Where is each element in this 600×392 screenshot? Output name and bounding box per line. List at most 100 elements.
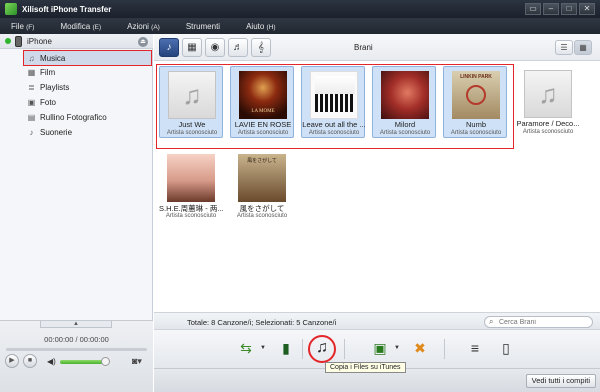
view-all-tasks-button[interactable]: Vedi tutti i compiti — [525, 374, 596, 388]
music-note-icon: ♫ — [524, 70, 572, 118]
list-view-icon[interactable]: ☰ — [555, 40, 573, 55]
add-to-playlist-button[interactable]: ≡ — [463, 336, 487, 360]
sidebar-item-playlists[interactable]: ≣ Playlists — [24, 80, 151, 94]
grid-view-icon[interactable]: ▦ — [574, 40, 592, 55]
album-art-text: LINKIN PARK — [460, 74, 492, 80]
tooltip: Copia i Files su iTunes — [325, 362, 406, 373]
album-art-text: 風をさがして — [247, 158, 277, 164]
toolbar-divider — [444, 339, 445, 359]
sidebar-item-suonerie[interactable]: ♪ Suonerie — [24, 125, 151, 139]
album-art: LA MOME — [239, 71, 287, 119]
sidebar-item-rullino-fotografico[interactable]: ▤ Rullino Fotografico — [24, 110, 151, 124]
song-card[interactable]: 風をさがして 風をさがして Artista sconosciuto — [230, 150, 294, 222]
song-artist: Artista sconosciuto — [522, 129, 574, 135]
skin-button[interactable]: ▭ — [525, 3, 541, 15]
photo-icon: ▣ — [27, 97, 36, 107]
delete-button[interactable]: ✖ — [408, 336, 432, 360]
close-button[interactable]: ✕ — [579, 3, 595, 15]
song-card[interactable]: Leave out all the ... Artista sconosciut… — [301, 66, 366, 138]
chevron-down-icon[interactable]: ▼ — [260, 345, 267, 351]
music-tab-icon[interactable]: ♪ — [159, 38, 179, 57]
menu-help[interactable]: Aiuto (H) — [246, 22, 276, 31]
stop-button[interactable]: ■ — [23, 354, 37, 368]
volume-slider-knob[interactable] — [101, 357, 110, 366]
menu-actions[interactable]: Azioni (A) — [127, 22, 160, 31]
main-panel: ♪ ▦ ◉ ♬ 𝄞 Brani ☰ ▦ ♫ Just We Artista sc… — [154, 34, 600, 392]
backup-button[interactable]: ▮ — [274, 336, 298, 360]
preview-collapse-handle[interactable]: ▲ — [40, 321, 112, 328]
film-icon: ▦ — [27, 67, 36, 77]
mini-player: ▲ 00:00:00 / 00:00:00 ▶ ■ ◀) ◙▾ — [0, 320, 153, 392]
song-artist: Artista sconosciuto — [165, 213, 217, 219]
sidebar-item-foto[interactable]: ▣ Foto — [24, 95, 151, 109]
search-input[interactable] — [499, 318, 589, 327]
song-card[interactable]: ♫ Just We Artista sconosciuto — [159, 66, 223, 138]
volume-icon: ◀) — [47, 357, 56, 366]
add-to-device-button[interactable]: ▣ — [368, 336, 392, 360]
song-card[interactable]: LINKIN PARK Numb Artista sconosciuto — [443, 66, 507, 138]
album-art: 風をさがして — [238, 154, 286, 202]
device-info-button[interactable]: ▯ — [494, 336, 518, 360]
status-bar: Totale: 8 Canzone/i; Selezionati: 5 Canz… — [154, 312, 600, 330]
chevron-down-icon[interactable]: ▼ — [394, 345, 401, 351]
song-artist: Artista sconosciuto — [236, 213, 288, 219]
device-row[interactable]: iPhone ⏏ — [0, 34, 153, 49]
connected-status-icon — [5, 38, 11, 44]
song-grid: ♫ Just We Artista sconosciuto LA MOME LA… — [154, 61, 600, 312]
podcast-tab-icon[interactable]: ◉ — [205, 38, 225, 57]
music-note-icon: ♫ — [28, 53, 35, 63]
song-title: Milord — [394, 120, 416, 129]
treble-clef-tab-icon[interactable]: 𝄞 — [251, 38, 271, 57]
song-card[interactable]: S.H.E.周蕙琳 - 两... Artista sconosciuto — [159, 150, 223, 222]
menu-file[interactable]: File (F) — [11, 22, 34, 31]
song-title: Leave out all the ... — [302, 120, 366, 129]
export-to-pc-button[interactable]: ⇆ — [234, 336, 258, 360]
sidebar-item-label: Playlists — [40, 82, 70, 92]
playback-time: 00:00:00 / 00:00:00 — [44, 335, 109, 344]
song-count-status: Totale: 8 Canzone/i; Selezionati: 5 Canz… — [187, 318, 337, 327]
guitar-tab-icon[interactable]: ♬ — [228, 38, 248, 57]
minimize-button[interactable]: – — [543, 3, 559, 15]
menu-bar: File (F) Modifica (E) Azioni (A) Strumen… — [0, 18, 600, 34]
song-card[interactable]: ♫ Paramore / Deco... Artista sconosciuto — [516, 66, 580, 138]
album-art: LINKIN PARK — [452, 71, 500, 119]
song-artist: Artista sconosciuto — [166, 130, 218, 136]
app-logo — [5, 3, 17, 15]
copy-to-itunes-button[interactable]: ♫ — [310, 336, 334, 360]
play-button[interactable]: ▶ — [5, 354, 19, 368]
album-art — [167, 154, 215, 202]
menu-tools[interactable]: Strumenti — [186, 22, 220, 31]
sidebar-item-label: Film — [40, 67, 56, 77]
sidebar-item-label: Musica — [40, 53, 66, 63]
sidebar-item-label: Suonerie — [40, 127, 73, 137]
menu-edit[interactable]: Modifica (E) — [60, 22, 101, 31]
playback-progress-slider[interactable] — [6, 348, 147, 351]
eject-icon[interactable]: ⏏ — [138, 37, 148, 47]
sidebar-item-label: Rullino Fotografico — [40, 112, 107, 122]
maximize-button[interactable]: □ — [561, 3, 577, 15]
album-art — [381, 71, 429, 119]
snapshot-camera-icon[interactable]: ◙▾ — [132, 356, 142, 367]
album-art — [310, 71, 358, 119]
song-title: Just We — [178, 120, 206, 129]
song-artist: Artista sconosciuto — [379, 130, 431, 136]
song-title: Numb — [465, 120, 486, 129]
toolbar-divider — [302, 339, 303, 359]
music-note-icon: ♫ — [168, 71, 216, 119]
camera-roll-icon: ▤ — [27, 112, 36, 122]
title-bar: Xilisoft iPhone Transfer ▭ – □ ✕ — [0, 0, 600, 18]
window-title: Xilisoft iPhone Transfer — [22, 4, 112, 14]
song-title: Paramore / Deco... — [516, 119, 580, 128]
sidebar-item-label: Foto — [40, 97, 57, 107]
song-card[interactable]: Milord Artista sconosciuto — [372, 66, 436, 138]
ringtone-icon: ♪ — [29, 127, 34, 137]
media-type-tabs: ♪ ▦ ◉ ♬ 𝄞 Brani ☰ ▦ — [154, 34, 600, 61]
sidebar-item-musica[interactable]: ♫ Musica — [23, 50, 152, 66]
song-artist: Artista sconosciuto — [237, 130, 289, 136]
song-card[interactable]: LA MOME LAVIE EN ROSE Artista sconosciut… — [230, 66, 294, 138]
iphone-icon — [15, 35, 22, 47]
sidebar-item-film[interactable]: ▦ Film — [24, 65, 151, 79]
album-art-text: LA MOME — [251, 109, 275, 114]
video-tab-icon[interactable]: ▦ — [182, 38, 202, 57]
volume-slider[interactable] — [60, 360, 105, 364]
